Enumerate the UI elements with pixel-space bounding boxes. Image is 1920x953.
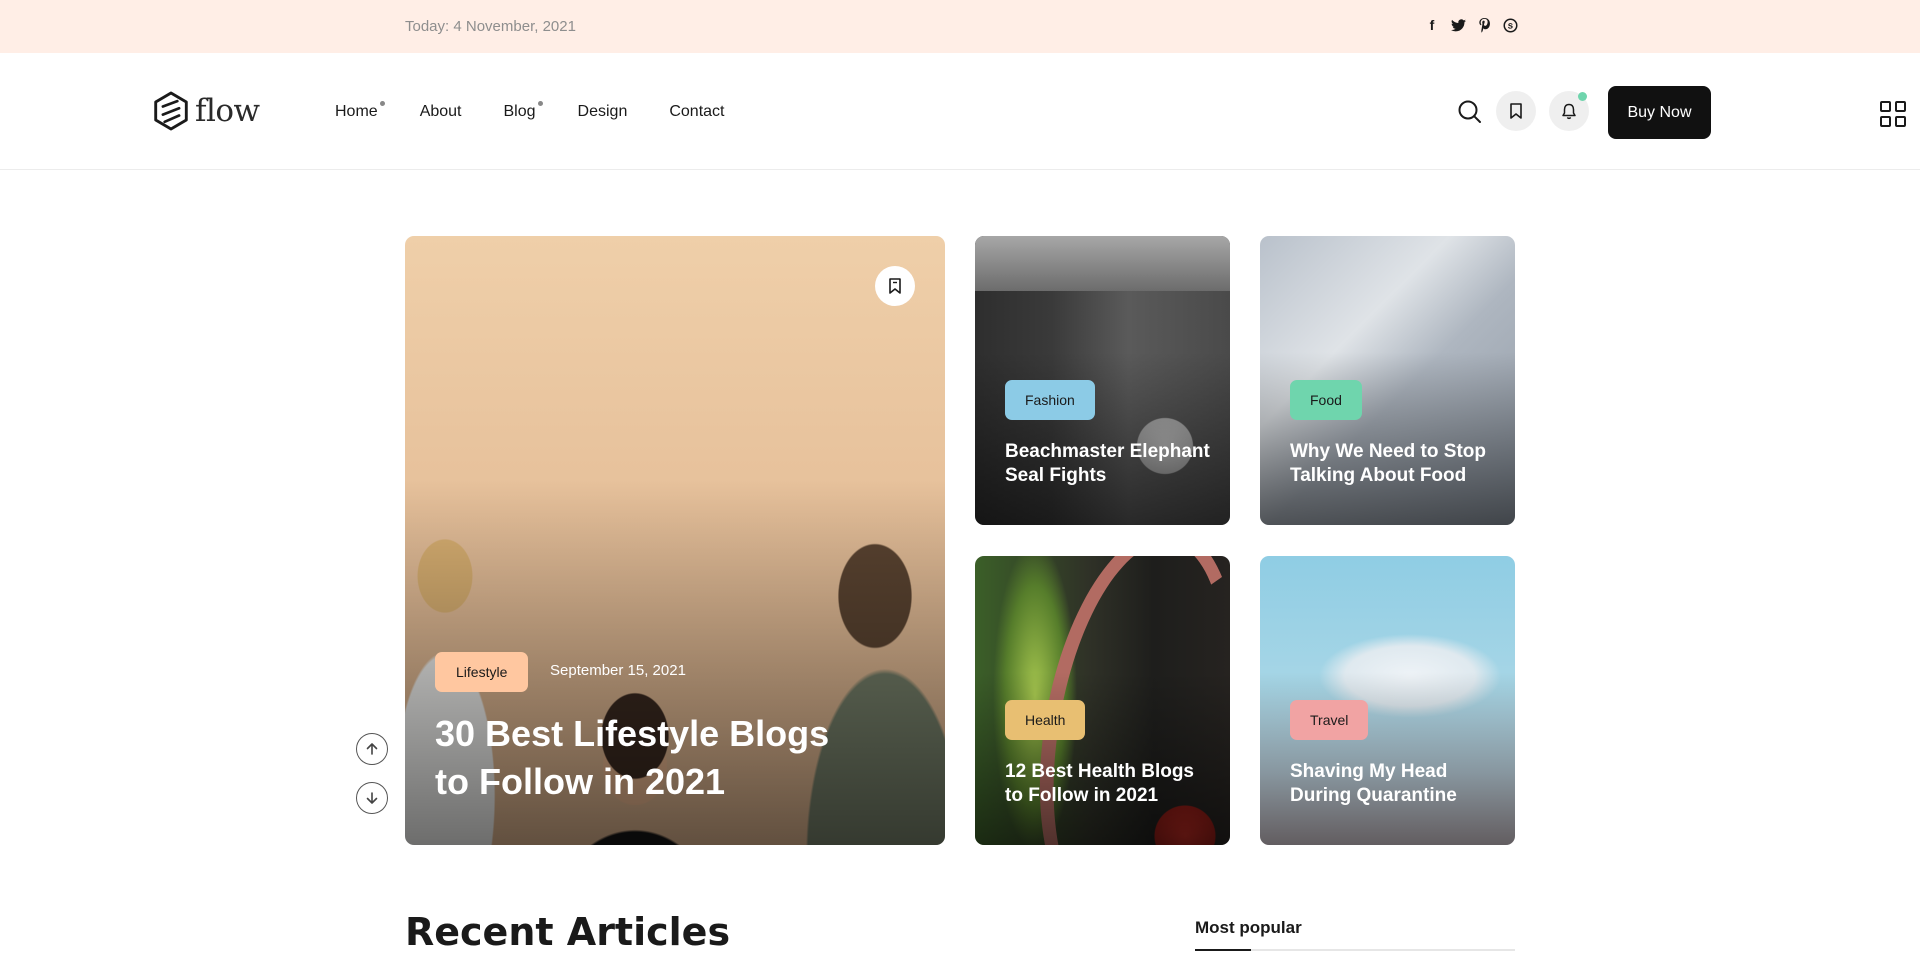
logo-text: flow — [195, 93, 260, 129]
category-badge[interactable]: Travel — [1290, 700, 1369, 740]
main-nav: Home About Blog Design Contact — [335, 101, 766, 121]
category-badge[interactable]: Fashion — [1005, 380, 1095, 420]
featured-bookmark-button[interactable] — [875, 266, 915, 306]
category-badge[interactable]: Lifestyle — [435, 652, 529, 692]
nav-design[interactable]: Design — [578, 103, 628, 121]
today-date: Today: 4 November, 2021 — [405, 18, 576, 35]
pinterest-icon[interactable] — [1476, 16, 1492, 34]
social-links: f — [1424, 16, 1518, 34]
featured-post-card[interactable]: Lifestyle September 15, 2021 30 Best Lif… — [405, 236, 945, 845]
slide-down-button[interactable] — [356, 782, 388, 814]
recent-articles-heading: Recent Articles — [405, 910, 731, 953]
site-header: flow Home About Blog Design Contact Buy … — [0, 53, 1920, 170]
post-card-health[interactable]: Health 12 Best Health Blogs to Follow in… — [975, 556, 1230, 845]
grid-menu-icon[interactable] — [1880, 101, 1906, 127]
search-icon[interactable] — [1456, 98, 1484, 126]
twitter-icon[interactable] — [1450, 16, 1466, 34]
nav-blog[interactable]: Blog — [504, 101, 543, 121]
bookmark-button[interactable] — [1496, 91, 1536, 131]
skype-icon[interactable] — [1502, 16, 1518, 34]
most-popular-tab[interactable]: Most popular — [1195, 918, 1302, 938]
post-card-fashion[interactable]: Fashion Beachmaster Elephant Seal Fights — [975, 236, 1230, 525]
notification-dot — [1578, 92, 1587, 101]
post-title[interactable]: Why We Need to Stop Talking About Food — [1290, 440, 1500, 488]
nav-home[interactable]: Home — [335, 101, 385, 121]
logo-mark-icon — [154, 91, 188, 131]
post-title[interactable]: 30 Best Lifestyle Blogs to Follow in 202… — [435, 710, 855, 806]
arrow-down-icon — [366, 792, 378, 804]
nav-about[interactable]: About — [420, 103, 462, 121]
dropdown-indicator-icon — [379, 101, 385, 106]
buy-now-button[interactable]: Buy Now — [1608, 86, 1711, 139]
tab-underline — [1195, 949, 1515, 951]
slide-up-button[interactable] — [356, 733, 388, 765]
post-title[interactable]: Shaving My Head During Quarantine — [1290, 760, 1500, 808]
category-badge[interactable]: Food — [1290, 380, 1362, 420]
bookmark-icon — [1510, 103, 1522, 119]
nav-contact[interactable]: Contact — [669, 103, 724, 121]
post-title[interactable]: 12 Best Health Blogs to Follow in 2021 — [1005, 760, 1215, 808]
bell-icon — [1562, 103, 1576, 119]
facebook-icon[interactable]: f — [1424, 16, 1440, 34]
bookmark-icon — [889, 278, 901, 294]
category-badge[interactable]: Health — [1005, 700, 1086, 740]
post-date: September 15, 2021 — [550, 662, 686, 679]
post-card-food[interactable]: Food Why We Need to Stop Talking About F… — [1260, 236, 1515, 525]
top-bar: Today: 4 November, 2021 f — [0, 0, 1920, 53]
notifications-button[interactable] — [1549, 91, 1589, 131]
post-card-travel[interactable]: Travel Shaving My Head During Quarantine — [1260, 556, 1515, 845]
arrow-up-icon — [366, 743, 378, 755]
post-title[interactable]: Beachmaster Elephant Seal Fights — [1005, 440, 1215, 488]
dropdown-indicator-icon — [537, 101, 543, 106]
site-logo[interactable]: flow — [153, 91, 260, 131]
